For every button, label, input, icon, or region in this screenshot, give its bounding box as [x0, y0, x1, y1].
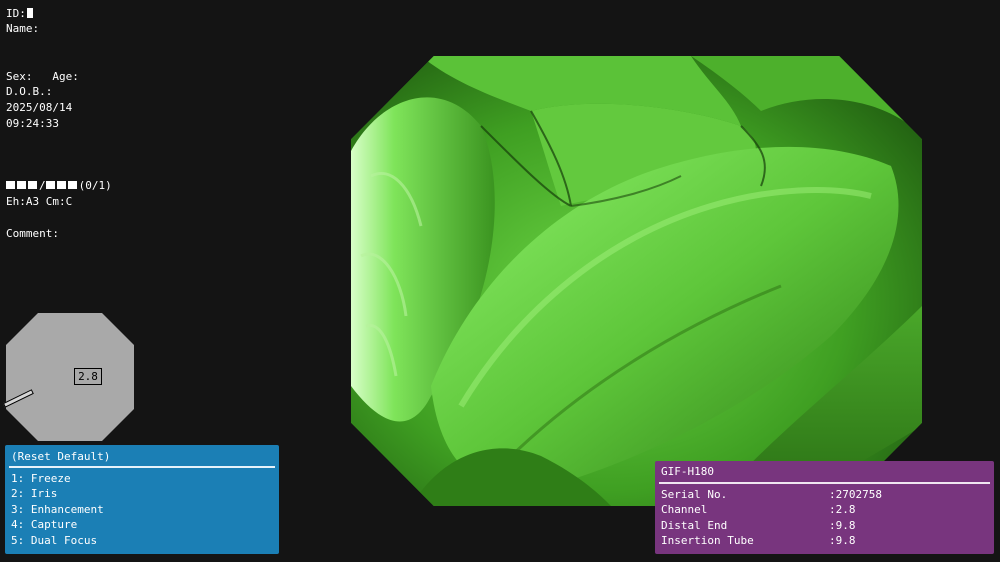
device-row: Insertion Tube :9.8: [661, 533, 988, 549]
menu-item-enhancement[interactable]: 3: Enhancement: [11, 502, 273, 518]
device-row: Distal End :9.8: [661, 518, 988, 534]
device-row-label: Insertion Tube: [661, 534, 754, 547]
function-menu: (Reset Default) 1: Freeze 2: Iris 3: Enh…: [5, 445, 279, 554]
menu-title[interactable]: (Reset Default): [11, 449, 273, 465]
record-blocks-icon: [45, 178, 79, 193]
scope-info-panel: GIF-H180 Serial No.:2702758 Channel:2.8 …: [655, 461, 994, 554]
device-row-label: Channel: [661, 503, 708, 516]
record-blocks-icon: [6, 178, 39, 193]
tissue-image: [351, 56, 922, 506]
enhancement-status: Eh:A3 Cm:C: [6, 195, 73, 208]
comment-label: Comment:: [6, 227, 59, 240]
device-row-value: :2.8: [829, 503, 856, 516]
device-row-value: :2702758: [829, 487, 882, 501]
patient-id-label: ID:: [6, 7, 26, 20]
scope-model: GIF-H180: [661, 465, 714, 478]
patient-age-label: Age:: [52, 70, 79, 83]
device-row: Serial No. :2702758: [661, 487, 988, 503]
patient-sex-age: Sex: Age:: [6, 69, 79, 84]
panel-divider: [659, 481, 990, 484]
menu-item-freeze[interactable]: 1: Freeze: [11, 471, 273, 487]
endoscopic-view: [351, 56, 922, 506]
device-row-label: Serial No.: [661, 487, 728, 501]
patient-dob-label: D.O.B.:: [6, 85, 53, 98]
device-row-value: :9.8: [829, 518, 856, 532]
menu-divider: [9, 465, 275, 468]
scope-tip-diagram: [6, 313, 134, 441]
device-row-value: :9.8: [829, 534, 856, 547]
record-counter: (0/1): [78, 179, 112, 192]
device-row: Channel :2.8: [661, 502, 988, 518]
exam-date: 2025/08/14: [6, 101, 73, 114]
patient-sex-label: Sex:: [6, 70, 33, 83]
exam-time: 09:24:33: [6, 117, 59, 130]
patient-id: ID:: [6, 6, 33, 21]
device-row-label: Distal End: [661, 518, 728, 532]
patient-name-label: Name:: [6, 22, 40, 35]
menu-item-dual-focus[interactable]: 5: Dual Focus: [11, 533, 273, 549]
text-cursor: [26, 8, 33, 18]
menu-item-iris[interactable]: 2: Iris: [11, 486, 273, 502]
menu-item-capture[interactable]: 4: Capture: [11, 517, 273, 533]
channel-size-box: 2.8: [74, 368, 102, 385]
record-status: / (0/1): [6, 178, 112, 193]
